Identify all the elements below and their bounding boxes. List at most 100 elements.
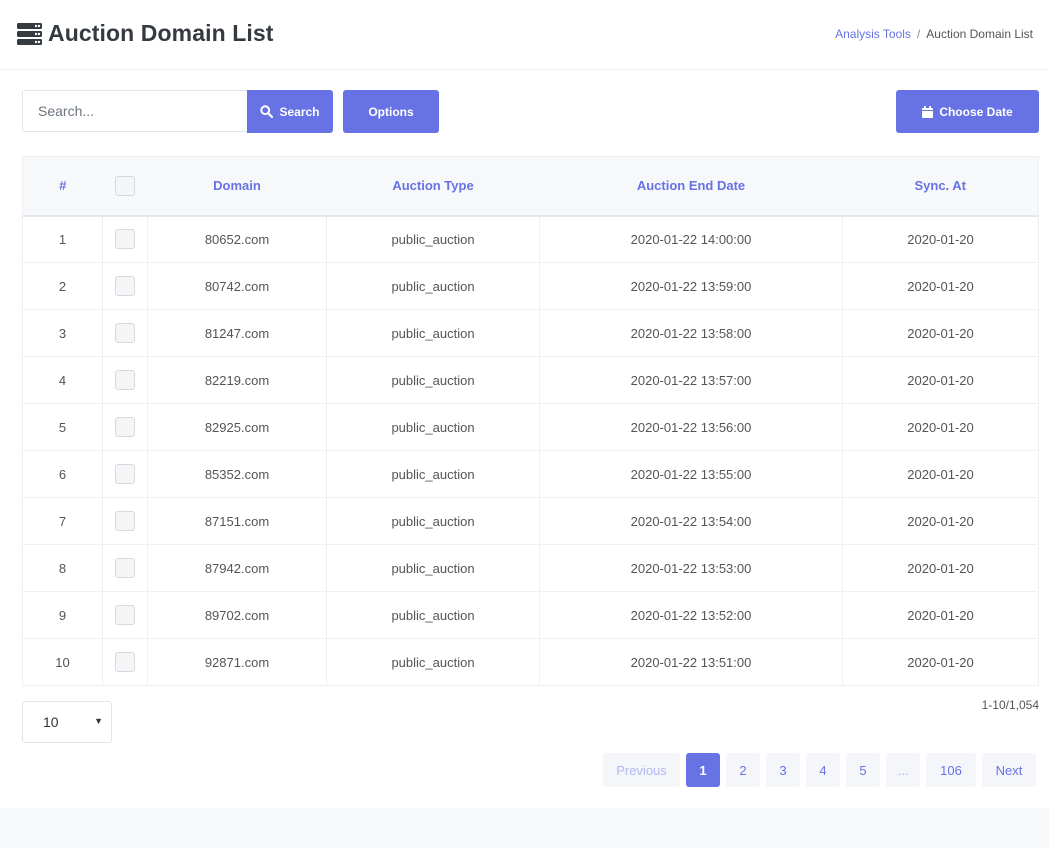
row-auction-end-date: 2020-01-22 13:56:00 — [539, 403, 843, 451]
row-select-cell — [102, 356, 148, 404]
row-domain: 82925.com — [147, 403, 327, 451]
row-number: 8 — [22, 544, 103, 592]
column-header-sync-at[interactable]: Sync. At — [842, 156, 1039, 217]
table-row: 1 80652.com public_auction 2020-01-22 14… — [22, 215, 1039, 263]
pagination-page-3[interactable]: 3 — [766, 753, 800, 787]
row-checkbox[interactable] — [115, 370, 135, 390]
row-auction-type: public_auction — [326, 309, 540, 357]
search-input[interactable] — [22, 90, 248, 132]
row-number: 3 — [22, 309, 103, 357]
row-auction-type: public_auction — [326, 215, 540, 263]
row-sync-at: 2020-01-20 — [842, 638, 1039, 686]
row-select-cell — [102, 450, 148, 498]
row-domain: 87942.com — [147, 544, 327, 592]
row-select-cell — [102, 309, 148, 357]
pagination-previous[interactable]: Previous — [603, 753, 680, 787]
select-all-checkbox[interactable] — [115, 175, 135, 196]
options-button[interactable]: Options — [343, 90, 439, 133]
pagination-next[interactable]: Next — [982, 753, 1036, 787]
pagination-page-last[interactable]: 106 — [926, 753, 976, 787]
pagination-page-1[interactable]: 1 — [686, 753, 720, 787]
row-domain: 87151.com — [147, 497, 327, 545]
table-row: 9 89702.com public_auction 2020-01-22 13… — [22, 591, 1039, 639]
choose-date-label: Choose Date — [939, 104, 1013, 119]
row-select-cell — [102, 638, 148, 686]
row-number: 2 — [22, 262, 103, 310]
row-domain: 82219.com — [147, 356, 327, 404]
calendar-icon — [922, 105, 934, 118]
row-select-cell — [102, 215, 148, 263]
row-domain: 85352.com — [147, 450, 327, 498]
row-number: 9 — [22, 591, 103, 639]
row-checkbox[interactable] — [115, 229, 135, 250]
column-header-domain[interactable]: Domain — [147, 156, 327, 217]
column-header-select-all — [102, 156, 148, 217]
row-auction-end-date: 2020-01-22 13:53:00 — [539, 544, 843, 592]
search-button[interactable]: Search — [247, 90, 333, 133]
caret-down-icon: ▼ — [94, 716, 103, 726]
row-auction-end-date: 2020-01-22 13:57:00 — [539, 356, 843, 404]
row-domain: 80652.com — [147, 215, 327, 263]
column-header-auction-type[interactable]: Auction Type — [326, 156, 540, 217]
row-checkbox[interactable] — [115, 605, 135, 625]
row-auction-end-date: 2020-01-22 13:58:00 — [539, 309, 843, 357]
row-select-cell — [102, 591, 148, 639]
row-checkbox[interactable] — [115, 652, 135, 672]
row-sync-at: 2020-01-20 — [842, 544, 1039, 592]
row-domain: 92871.com — [147, 638, 327, 686]
row-sync-at: 2020-01-20 — [842, 497, 1039, 545]
row-sync-at: 2020-01-20 — [842, 591, 1039, 639]
row-auction-type: public_auction — [326, 497, 540, 545]
row-auction-end-date: 2020-01-22 13:51:00 — [539, 638, 843, 686]
row-domain: 81247.com — [147, 309, 327, 357]
row-auction-type: public_auction — [326, 403, 540, 451]
row-number: 6 — [22, 450, 103, 498]
row-checkbox[interactable] — [115, 323, 135, 343]
breadcrumb-link-analysis-tools[interactable]: Analysis Tools — [835, 27, 911, 41]
table-row: 10 92871.com public_auction 2020-01-22 1… — [22, 638, 1039, 686]
table-row: 7 87151.com public_auction 2020-01-22 13… — [22, 497, 1039, 545]
table-row: 4 82219.com public_auction 2020-01-22 13… — [22, 356, 1039, 404]
search-icon — [260, 105, 274, 118]
row-checkbox[interactable] — [115, 558, 135, 578]
choose-date-button[interactable]: Choose Date — [896, 90, 1039, 133]
pagination-page-4[interactable]: 4 — [806, 753, 840, 787]
row-auction-end-date: 2020-01-22 13:59:00 — [539, 262, 843, 310]
pagination-page-5[interactable]: 5 — [846, 753, 880, 787]
row-domain: 80742.com — [147, 262, 327, 310]
per-page-select[interactable]: 10 ▼ — [22, 701, 112, 743]
row-auction-type: public_auction — [326, 591, 540, 639]
row-checkbox[interactable] — [115, 464, 135, 484]
row-select-cell — [102, 497, 148, 545]
content-card: Auction Domain List Analysis Tools / Aucti… — [0, 0, 1049, 808]
row-sync-at: 2020-01-20 — [842, 215, 1039, 263]
row-auction-type: public_auction — [326, 638, 540, 686]
row-domain: 89702.com — [147, 591, 327, 639]
row-auction-end-date: 2020-01-22 13:55:00 — [539, 450, 843, 498]
row-number: 4 — [22, 356, 103, 404]
row-checkbox[interactable] — [115, 417, 135, 437]
pagination-page-2[interactable]: 2 — [726, 753, 760, 787]
result-range-info: 1-10/1,054 — [981, 698, 1039, 712]
row-number: 5 — [22, 403, 103, 451]
row-checkbox[interactable] — [115, 511, 135, 531]
column-header-number[interactable]: # — [22, 156, 103, 217]
row-auction-end-date: 2020-01-22 13:52:00 — [539, 591, 843, 639]
row-checkbox[interactable] — [115, 276, 135, 296]
table-row: 8 87942.com public_auction 2020-01-22 13… — [22, 544, 1039, 592]
breadcrumb-current: Auction Domain List — [926, 27, 1033, 41]
breadcrumb-separator: / — [916, 27, 921, 41]
row-sync-at: 2020-01-20 — [842, 309, 1039, 357]
pagination-ellipsis: ... — [886, 753, 920, 787]
column-header-auction-end-date[interactable]: Auction End Date — [539, 156, 843, 217]
row-select-cell — [102, 262, 148, 310]
row-sync-at: 2020-01-20 — [842, 403, 1039, 451]
row-select-cell — [102, 544, 148, 592]
row-auction-type: public_auction — [326, 356, 540, 404]
table-row: 3 81247.com public_auction 2020-01-22 13… — [22, 309, 1039, 357]
server-stack-icon — [17, 23, 42, 50]
table-row: 5 82925.com public_auction 2020-01-22 13… — [22, 403, 1039, 451]
row-number: 10 — [22, 638, 103, 686]
search-button-label: Search — [279, 104, 320, 119]
row-auction-type: public_auction — [326, 450, 540, 498]
